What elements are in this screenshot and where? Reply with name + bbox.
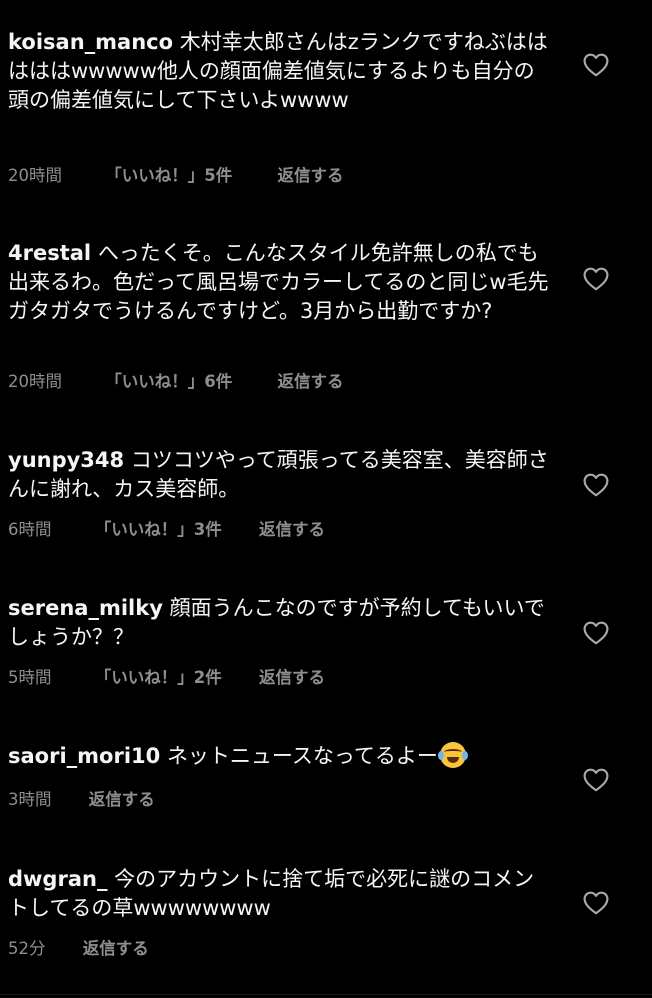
comment-item: koisan_manco 木村幸太郎さんはzランクですねぶはははははwwwww他… [0, 0, 652, 200]
comment-item: yunpy348 コツコツやって頑張ってる美容室、美容師さんに謝れ、カス美容師。… [0, 420, 652, 570]
comment-body: koisan_manco 木村幸太郎さんはzランクですねぶはははははwwwww他… [8, 28, 553, 115]
reply-button[interactable]: 返信する [89, 786, 155, 810]
divider [0, 994, 652, 995]
comment-likes-button[interactable]: 「いいね！」3件 [95, 516, 222, 540]
comment-meta: 52分 返信する [8, 935, 149, 959]
heart-icon[interactable] [583, 768, 609, 792]
reply-button[interactable]: 返信する [259, 516, 325, 540]
comment-time: 20時間 [8, 372, 62, 391]
comment-meta: 20時間 「いいね！」5件 返信する [8, 162, 343, 186]
comment-item: saori_mori10 ネットニュースなってるよー 3時間 返信する [0, 720, 652, 845]
reply-button[interactable]: 返信する [83, 935, 149, 959]
comment-time: 20時間 [8, 166, 62, 185]
comment-meta: 6時間 「いいね！」3件 返信する [8, 516, 325, 540]
comment-body: 4restal へったくそ。こんなスタイル免許無しの私でも出来るわ。色だって風呂… [8, 239, 553, 326]
comment-text: ネットニュースなってるよー [166, 744, 438, 768]
heart-icon[interactable] [583, 621, 609, 645]
comment-body: yunpy348 コツコツやって頑張ってる美容室、美容師さんに謝れ、カス美容師。 [8, 446, 553, 504]
comment-likes-button[interactable]: 「いいね！」5件 [105, 162, 232, 186]
comment-item: serena_milky 顔面うんこなのですが予約してもいいでしょうか？？ 5時… [0, 570, 652, 720]
comment-time: 6時間 [8, 520, 52, 539]
comment-username[interactable]: yunpy348 [8, 448, 124, 472]
comment-meta: 3時間 返信する [8, 786, 155, 810]
comment-username[interactable]: 4restal [8, 241, 91, 265]
reply-button[interactable]: 返信する [259, 664, 325, 688]
heart-icon[interactable] [583, 891, 609, 915]
comment-meta: 20時間 「いいね！」6件 返信する [8, 368, 343, 392]
comment-username[interactable]: koisan_manco [8, 30, 173, 54]
comment-username[interactable]: dwgran_ [8, 867, 107, 891]
comment-body: serena_milky 顔面うんこなのですが予約してもいいでしょうか？？ [8, 594, 553, 652]
comment-username[interactable]: serena_milky [8, 596, 163, 620]
comment-time: 52分 [8, 939, 46, 958]
comment-item: 4restal へったくそ。こんなスタイル免許無しの私でも出来るわ。色だって風呂… [0, 200, 652, 420]
comment-time: 3時間 [8, 790, 52, 809]
comment-username[interactable]: saori_mori10 [8, 744, 160, 768]
comment-likes-button[interactable]: 「いいね！」6件 [105, 368, 232, 392]
reply-button[interactable]: 返信する [277, 162, 343, 186]
heart-icon[interactable] [583, 53, 609, 77]
comment-time: 5時間 [8, 668, 52, 687]
reply-button[interactable]: 返信する [277, 368, 343, 392]
comment-body: saori_mori10 ネットニュースなってるよー [8, 742, 553, 771]
comment-item: dwgran_ 今のアカウントに捨て垢で必死に謎のコメントしてるの草wwwwww… [0, 845, 652, 995]
heart-icon[interactable] [583, 267, 609, 291]
heart-icon[interactable] [583, 473, 609, 497]
comment-likes-button[interactable]: 「いいね！」2件 [95, 664, 222, 688]
face-with-tears-of-joy-icon [437, 742, 468, 768]
comment-meta: 5時間 「いいね！」2件 返信する [8, 664, 325, 688]
comment-body: dwgran_ 今のアカウントに捨て垢で必死に謎のコメントしてるの草wwwwww… [8, 865, 553, 923]
